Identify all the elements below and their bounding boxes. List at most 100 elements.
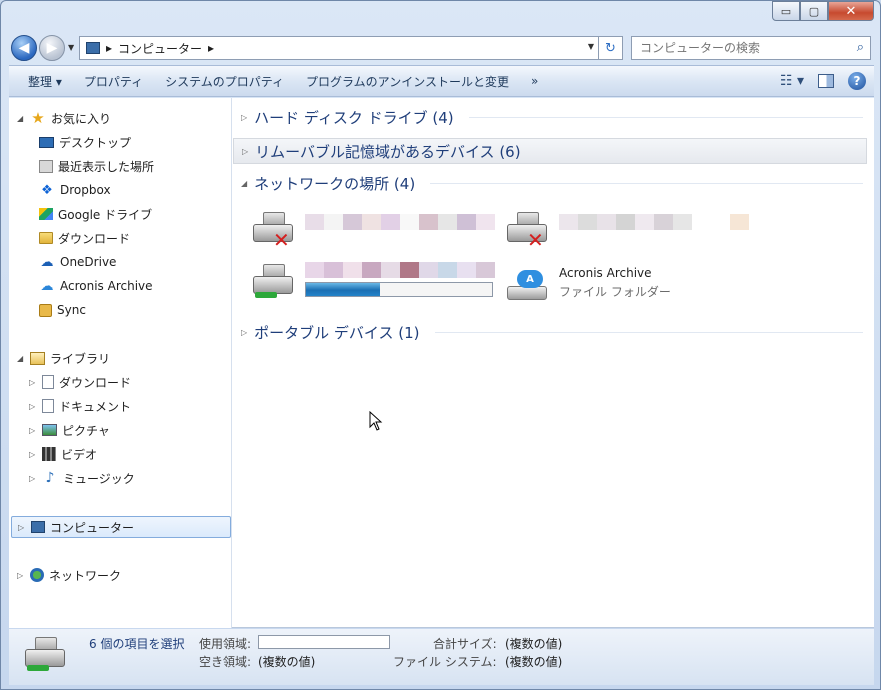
- sidebar-item-onedrive[interactable]: ☁ OneDrive: [39, 251, 117, 273]
- tree-label: ライブラリ: [50, 351, 111, 366]
- uninstall-button[interactable]: プログラムのアンインストールと変更: [295, 73, 520, 90]
- sidebar-item-recent-places[interactable]: 最近表示した場所: [39, 155, 154, 177]
- tree-label: コンピューター: [50, 520, 135, 535]
- file-system-value: (複数の値): [505, 655, 563, 669]
- tree-favorites[interactable]: ◢ ★ お気に入り: [17, 107, 111, 129]
- close-button[interactable]: ✕: [828, 1, 874, 21]
- details-pane: 6 個の項目を選択 使用領域: 空き領域: (複数の値) 合計サイズ: (複数の…: [9, 629, 874, 685]
- free-space-label: 空き領域:: [199, 655, 252, 669]
- network-drive-connected[interactable]: [251, 262, 495, 302]
- more-commands-button[interactable]: »: [520, 74, 549, 88]
- collapse-arrow-icon[interactable]: ◢: [17, 114, 25, 123]
- tree-label: ドキュメント: [59, 399, 132, 414]
- sidebar-item-lib-music[interactable]: ▷ ♪ ミュージック: [29, 467, 135, 489]
- computer-icon: [86, 42, 100, 54]
- search-box[interactable]: ⌕: [631, 36, 871, 60]
- drive-meta: Acronis Archive ファイル フォルダー: [559, 266, 671, 306]
- network-drive-disconnected[interactable]: ✕: [251, 210, 495, 252]
- system-properties-button[interactable]: システムのプロパティ: [154, 73, 295, 90]
- sidebar-item-computer[interactable]: ▷ コンピューター: [11, 516, 231, 538]
- drive-usage-fill: [306, 283, 381, 296]
- group-removable-storage[interactable]: ▷ リムーバブル記憶域があるデバイス (6): [233, 138, 867, 164]
- sidebar-item-desktop[interactable]: デスクトップ: [39, 131, 131, 153]
- group-hard-disk-drives[interactable]: ▷ ハード ディスク ドライブ (4): [233, 104, 867, 130]
- selection-count: 6 個の項目を選択: [89, 637, 185, 651]
- tree-label: OneDrive: [60, 255, 117, 269]
- file-system-label: ファイル システム:: [393, 655, 497, 669]
- expand-arrow-icon[interactable]: ▷: [29, 378, 37, 387]
- sidebar-item-lib-pictures[interactable]: ▷ ピクチャ: [29, 419, 110, 441]
- address-row: ◀ ▶ ▼ ▸ コンピューター ▸ ▼ ↻ ⌕: [9, 33, 874, 61]
- expand-arrow-icon[interactable]: ▷: [29, 474, 37, 483]
- breadcrumb-separator[interactable]: ▸: [106, 41, 112, 55]
- network-drive-disconnected[interactable]: ✕: [505, 210, 749, 252]
- item-name: Acronis Archive: [559, 266, 652, 280]
- acronis-folder-icon: A: [505, 266, 551, 306]
- total-size-value: (複数の値): [505, 637, 563, 651]
- group-divider: [468, 116, 863, 118]
- back-button[interactable]: ◀: [11, 35, 37, 61]
- maximize-button[interactable]: ▢: [800, 1, 828, 21]
- mouse-cursor-icon: [369, 411, 383, 431]
- properties-button[interactable]: プロパティ: [73, 73, 154, 90]
- preview-pane-icon[interactable]: [818, 74, 834, 88]
- sidebar-item-downloads[interactable]: ダウンロード: [39, 227, 130, 249]
- refresh-icon: ↻: [605, 40, 616, 56]
- sidebar-item-lib-documents[interactable]: ▷ ドキュメント: [29, 395, 131, 417]
- expand-arrow-icon[interactable]: ▷: [241, 113, 247, 122]
- collapse-arrow-icon[interactable]: ◢: [17, 354, 25, 363]
- group-title: ハード ディスク ドライブ (4): [254, 108, 454, 127]
- expand-arrow-icon[interactable]: ▷: [18, 523, 26, 532]
- video-icon: [42, 447, 56, 461]
- tree-libraries[interactable]: ◢ ライブラリ: [17, 347, 110, 369]
- address-bar[interactable]: ▸ コンピューター ▸ ▼: [79, 36, 599, 60]
- tree-label: Google ドライブ: [58, 207, 153, 222]
- recent-pages-dropdown[interactable]: ▼: [68, 43, 74, 52]
- collapse-arrow-icon[interactable]: ◢: [241, 179, 247, 188]
- change-view-icon[interactable]: ☷ ▾: [780, 73, 804, 89]
- content-pane[interactable]: ▷ ハード ディスク ドライブ (4) ▷ リムーバブル記憶域があるデバイス (…: [233, 98, 874, 628]
- group-title: リムーバブル記憶域があるデバイス (6): [255, 142, 521, 161]
- address-dropdown-icon[interactable]: ▼: [588, 42, 594, 51]
- expand-arrow-icon[interactable]: ▷: [17, 571, 25, 580]
- toolbar-right: ☷ ▾ ?: [780, 72, 866, 90]
- breadcrumb-computer[interactable]: コンピューター: [118, 40, 202, 57]
- onedrive-icon: ☁: [40, 254, 54, 270]
- sidebar-item-acronis-archive[interactable]: ☁ Acronis Archive: [39, 275, 153, 297]
- group-portable-devices[interactable]: ▷ ポータブル デバイス (1): [233, 319, 867, 345]
- expand-arrow-icon[interactable]: ▷: [29, 426, 37, 435]
- tree-label: ダウンロード: [59, 375, 132, 390]
- tree-label: ビデオ: [61, 447, 98, 462]
- network-drive-offline-icon: ✕: [505, 210, 551, 252]
- forward-button[interactable]: ▶: [39, 35, 65, 61]
- explorer-window: ▭ ▢ ✕ ◀ ▶ ▼ ▸ コンピューター ▸ ▼ ↻ ⌕ 整理 ▾ プロパティ…: [0, 0, 881, 690]
- group-network-locations[interactable]: ◢ ネットワークの場所 (4): [233, 170, 867, 196]
- search-icon[interactable]: ⌕: [857, 40, 864, 55]
- sidebar-item-lib-videos[interactable]: ▷ ビデオ: [29, 443, 97, 465]
- acronis-archive-folder[interactable]: A Acronis Archive ファイル フォルダー: [505, 266, 671, 306]
- tree-label: 最近表示した場所: [58, 159, 155, 174]
- tree-label: デスクトップ: [59, 135, 132, 150]
- google-drive-icon: [39, 208, 53, 220]
- search-input[interactable]: [640, 41, 840, 55]
- tree-label: ダウンロード: [58, 231, 131, 246]
- sidebar-item-google-drive[interactable]: Google ドライブ: [39, 203, 152, 225]
- navigation-pane[interactable]: ◢ ★ お気に入り デスクトップ 最近表示した場所 ❖ Dropbox Goog…: [9, 98, 232, 628]
- sidebar-item-network[interactable]: ▷ ネットワーク: [17, 564, 121, 586]
- expand-arrow-icon[interactable]: ▷: [241, 328, 247, 337]
- sidebar-item-lib-downloads[interactable]: ▷ ダウンロード: [29, 371, 131, 393]
- expand-arrow-icon[interactable]: ▷: [242, 147, 248, 156]
- expand-arrow-icon[interactable]: ▷: [29, 402, 37, 411]
- minimize-button[interactable]: ▭: [772, 1, 800, 21]
- expand-arrow-icon[interactable]: ▷: [29, 450, 37, 459]
- drive-meta: [305, 262, 495, 302]
- downloads-library-icon: [42, 375, 54, 389]
- sidebar-item-dropbox[interactable]: ❖ Dropbox: [39, 179, 110, 201]
- help-icon[interactable]: ?: [848, 72, 866, 90]
- organize-button[interactable]: 整理 ▾: [17, 73, 73, 90]
- breadcrumb-separator[interactable]: ▸: [208, 41, 214, 55]
- main-area: ◢ ★ お気に入り デスクトップ 最近表示した場所 ❖ Dropbox Goog…: [9, 98, 874, 628]
- picture-icon: [42, 424, 57, 436]
- refresh-button[interactable]: ↻: [599, 36, 623, 60]
- sidebar-item-sync[interactable]: Sync: [39, 299, 86, 321]
